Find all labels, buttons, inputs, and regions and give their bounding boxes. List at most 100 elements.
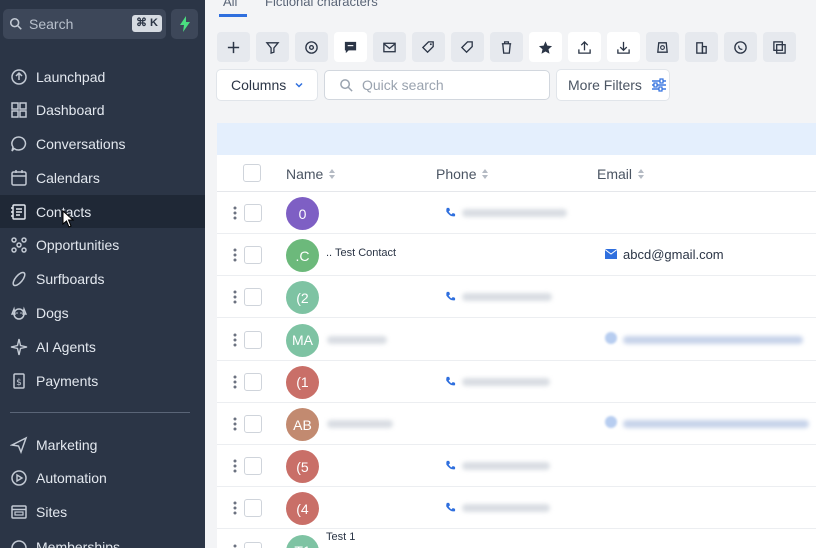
active-tab-indicator <box>219 14 247 17</box>
avatar: MA <box>286 323 319 357</box>
drag-handle-icon[interactable] <box>233 206 237 220</box>
table-row[interactable]: (2 <box>217 276 816 319</box>
row-checkbox[interactable] <box>244 288 262 307</box>
row-checkbox[interactable] <box>244 499 262 518</box>
add-tag-button[interactable] <box>412 32 445 62</box>
phone-icon[interactable] <box>445 376 456 387</box>
sidebar-item-label: Conversations <box>36 135 126 152</box>
company-button[interactable] <box>685 32 718 62</box>
sidebar-item-sites[interactable]: Sites <box>0 495 205 528</box>
drag-handle-icon[interactable] <box>233 417 237 431</box>
row-checkbox[interactable] <box>244 246 262 265</box>
sidebar-item-opportunities[interactable]: Opportunities <box>0 228 205 261</box>
row-checkbox[interactable] <box>244 330 262 349</box>
sidebar-item-label: Automation <box>36 469 107 486</box>
email-icon[interactable] <box>605 249 617 260</box>
drag-handle-icon[interactable] <box>233 290 237 304</box>
sliders-icon <box>651 78 666 92</box>
table-row[interactable]: T1 Test 1 <box>217 530 816 548</box>
export-button[interactable] <box>568 32 601 62</box>
phone-icon[interactable] <box>445 207 456 218</box>
email-icon[interactable] <box>605 416 617 428</box>
sidebar-item-label: Launchpad <box>36 68 106 85</box>
avatar: (4 <box>286 492 319 526</box>
drag-handle-icon[interactable] <box>233 501 237 515</box>
row-checkbox[interactable] <box>244 457 262 476</box>
sidebar-item-contacts[interactable]: Contacts <box>0 195 205 228</box>
quick-action-button[interactable] <box>171 9 198 39</box>
table-row[interactable]: (5 <box>217 445 816 488</box>
tab-all[interactable]: All <box>223 0 237 9</box>
contact-email[interactable]: abcd@gmail.com <box>623 247 724 262</box>
sidebar-item-label: Surfboards <box>36 270 105 287</box>
duplicate-button[interactable] <box>763 32 796 62</box>
email-button[interactable] <box>373 32 406 62</box>
table-row[interactable]: (4 <box>217 487 816 530</box>
whatsapp-button[interactable] <box>724 32 757 62</box>
columns-label: Columns <box>231 77 287 93</box>
row-checkbox[interactable] <box>244 372 262 391</box>
workflow-button[interactable] <box>295 32 328 62</box>
phone-icon[interactable] <box>445 460 456 471</box>
selection-banner <box>217 123 816 155</box>
row-checkbox[interactable] <box>244 415 262 433</box>
phone-icon[interactable] <box>445 502 456 513</box>
table-row[interactable]: (1 <box>217 361 816 403</box>
sidebar-item-ai-agents[interactable]: AI Agents <box>0 330 205 363</box>
row-checkbox[interactable] <box>244 204 262 222</box>
column-header-label: Phone <box>436 166 477 182</box>
sidebar-item-label: Dogs <box>36 304 69 321</box>
sms-button[interactable] <box>334 32 367 62</box>
contact-name[interactable]: .. Test Contact <box>326 247 396 259</box>
sidebar-item-automation[interactable]: Automation <box>0 461 205 494</box>
email-icon[interactable] <box>605 331 617 344</box>
drag-handle-icon[interactable] <box>233 375 237 389</box>
sidebar-item-dogs[interactable]: Dogs <box>0 296 205 329</box>
filter-button[interactable] <box>256 32 289 62</box>
merge-button[interactable] <box>646 32 679 62</box>
add-button[interactable] <box>217 32 250 62</box>
drag-handle-icon[interactable] <box>233 248 237 262</box>
row-checkbox[interactable] <box>244 541 262 548</box>
select-all-checkbox[interactable] <box>243 164 261 182</box>
table-row[interactable]: 0 <box>217 192 816 234</box>
sidebar-item-label: Sites <box>36 503 68 520</box>
quick-search-placeholder: Quick search <box>362 77 444 93</box>
drag-handle-icon[interactable] <box>233 544 237 548</box>
delete-button[interactable] <box>490 32 523 62</box>
table-row[interactable]: .C .. Test Contact abcd@gmail.com <box>217 234 816 277</box>
sidebar-item-launchpad[interactable]: Launchpad <box>0 60 205 93</box>
filter-icon <box>265 41 280 54</box>
sidebar-item-memberships[interactable]: Memberships <box>0 529 205 548</box>
star-button[interactable] <box>529 32 562 62</box>
quick-search-input[interactable]: Quick search <box>324 70 550 100</box>
column-header-email[interactable]: Email <box>597 166 645 182</box>
table-row[interactable]: MA <box>217 319 816 361</box>
import-button[interactable] <box>607 32 640 62</box>
sidebar-item-label: AI Agents <box>36 338 96 355</box>
column-header-name[interactable]: Name <box>286 166 336 182</box>
drag-handle-icon[interactable] <box>233 333 237 347</box>
sidebar-item-marketing[interactable]: Marketing <box>0 428 205 461</box>
avatar: (1 <box>286 365 319 399</box>
more-filters-button[interactable]: More Filters <box>557 70 669 100</box>
sidebar-item-dashboard[interactable]: Dashboard <box>0 93 205 126</box>
sidebar-item-payments[interactable]: $ Payments <box>0 364 205 397</box>
bolt-icon <box>179 16 190 32</box>
sidebar-item-surfboards[interactable]: Surfboards <box>0 262 205 295</box>
main-content: All Fictional characters Columns Quick s… <box>205 0 816 548</box>
sidebar-search[interactable]: Search ⌘ K <box>3 9 166 39</box>
redacted-name <box>327 420 393 428</box>
columns-dropdown[interactable]: Columns <box>217 70 317 100</box>
contact-name[interactable]: Test 1 <box>326 531 355 543</box>
sidebar-item-calendars[interactable]: Calendars <box>0 161 205 194</box>
drag-handle-icon[interactable] <box>233 459 237 473</box>
sidebar-item-conversations[interactable]: Conversations <box>0 127 205 160</box>
tab-fictional-characters[interactable]: Fictional characters <box>265 0 378 9</box>
redacted-email <box>623 420 809 428</box>
remove-tag-button[interactable] <box>451 32 484 62</box>
table-row[interactable]: AB <box>217 403 816 445</box>
column-header-phone[interactable]: Phone <box>436 166 489 182</box>
phone-icon[interactable] <box>445 291 456 302</box>
payments-icon: $ <box>13 372 25 389</box>
